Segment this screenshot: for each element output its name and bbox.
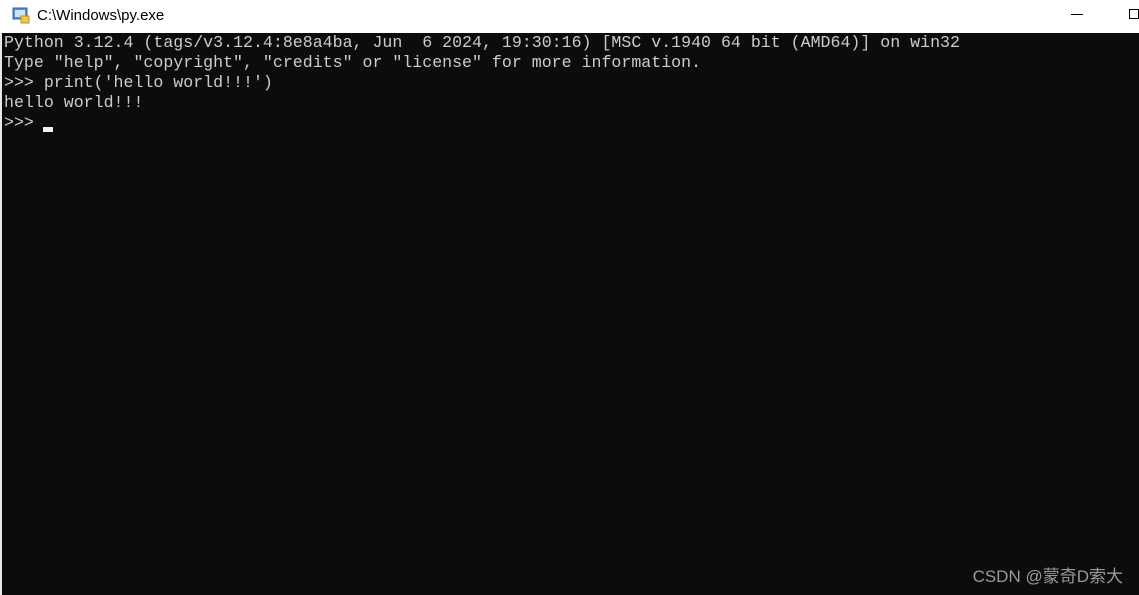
python-console-icon [12,7,30,24]
console-line: Python 3.12.4 (tags/v3.12.4:8e8a4ba, Jun… [4,33,960,52]
console-prompt[interactable]: >>> [4,113,44,133]
title-bar[interactable]: C:\Windows\py.exe [0,0,1139,33]
console-line: hello world!!! [4,93,144,112]
window-title: C:\Windows\py.exe [37,7,165,24]
console-output[interactable]: Python 3.12.4 (tags/v3.12.4:8e8a4ba, Jun… [0,33,1139,595]
text-cursor [43,127,53,132]
maximize-button[interactable] [1129,9,1139,19]
console-line: >>> print('hello world!!!') [4,73,273,92]
watermark: CSDN @蒙奇D索大 [972,567,1123,586]
minimize-button[interactable] [1071,14,1083,15]
console-line: Type "help", "copyright", "credits" or "… [4,53,702,72]
